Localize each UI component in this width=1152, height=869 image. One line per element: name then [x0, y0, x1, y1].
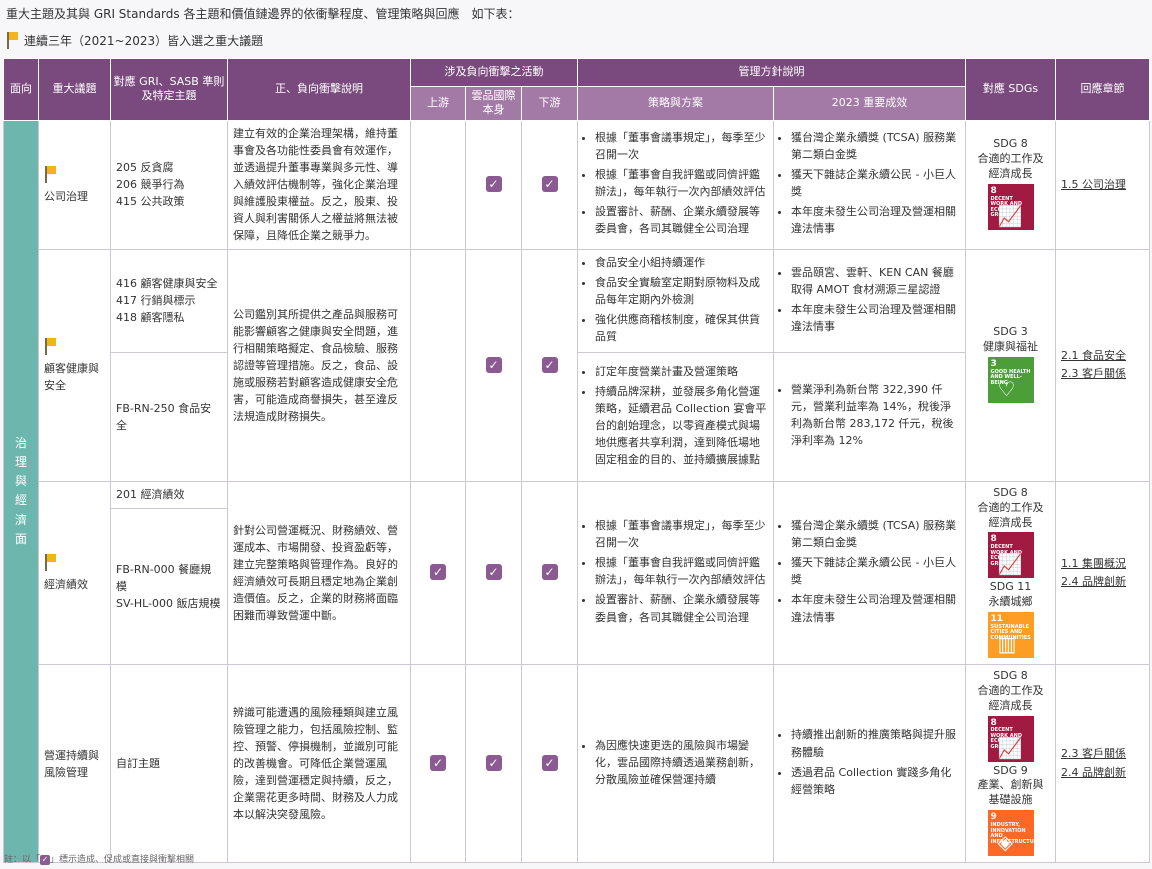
downstream-cell: ✓ — [520, 664, 579, 864]
chapter-cell: 2.1 食品安全 2.3 客戶關係 — [1055, 248, 1151, 482]
checkbox-checked-icon: ✓ — [40, 855, 51, 865]
header-impact: 正、負向衝擊說明 — [227, 58, 411, 121]
topic-continuity: 營運持續與風險管理 — [38, 664, 111, 864]
header-mgmt: 管理方針說明 — [577, 58, 967, 87]
strategy-cell: 為因應快速更迭的風險與市場變化，雲品國際持續透過業務創新，分散風險並確保營運持續 — [577, 664, 775, 864]
sasb-cell: FB-RN-250 食品安全 — [110, 351, 228, 482]
flag-icon — [44, 337, 56, 355]
gri-cell: 201 經濟績效 — [110, 480, 228, 509]
results-cell: 獲台灣企業永續獎 (TCSA) 服務業第二類白金獎獲天下雜誌企業永續公民 - 小… — [773, 119, 967, 250]
chapter-link[interactable]: 1.1 集團概況 — [1061, 555, 1144, 573]
table-row: 顧客健康與安全 416 顧客健康與安全 417 行銷與標示 418 顧客隱私 公司鑑… — [4, 248, 1151, 482]
results-cell: 雲品頤宮、雲軒、KEN CAN 餐廳取得 AMOT 食材溯源三星認證本年度未發生… — [773, 248, 967, 353]
topic-customer-safety: 顧客健康與安全 — [38, 248, 111, 482]
header-activities: 涉及負向衝擊之活動 — [409, 58, 579, 87]
checkbox-checked-icon: ✓ — [485, 176, 502, 193]
upstream-cell — [410, 248, 466, 482]
header-upstream: 上游 — [410, 86, 466, 121]
table-row: 營運持續與風險管理 自訂主題 辨識可能遭遇的風險種類與建立風險管理之能力，包括風… — [4, 664, 1151, 864]
sdg-cell: SDG 8 合適的工作及 經濟成長 8 DECENT WORK AND ECONOMI… — [965, 119, 1057, 250]
table-row: 經濟績效 201 經濟績效 針對公司營運概況、財務績效、營運成本、市場開發、投資… — [4, 480, 1151, 666]
checkbox-checked-icon: ✓ — [541, 176, 558, 193]
header-results: 2023 重要成效 — [773, 86, 967, 121]
gri-cell: 自訂主題 — [110, 664, 228, 864]
legend: 連續三年（2021~2023）皆入選之重大議題 — [6, 31, 263, 49]
chapter-cell: 2.3 客戶關係 2.4 品牌創新 — [1055, 664, 1151, 864]
footnote: 註：以「 ✓ 」標示造成、促成或直接與衝擊相關 — [4, 855, 195, 865]
checkbox-checked-icon: ✓ — [430, 564, 446, 581]
checkbox-checked-icon: ✓ — [485, 356, 502, 373]
chapter-link[interactable]: 2.1 食品安全 — [1061, 347, 1144, 365]
checkbox-checked-icon: ✓ — [485, 564, 502, 581]
strategy-cell: 訂定年度營業計畫及營運策略持續品牌深耕，並發展多角化營運策略，延續君品 Coll… — [577, 351, 775, 482]
self-cell: ✓ — [465, 119, 522, 250]
self-cell: ✓ — [465, 480, 522, 666]
topic-economic: 經濟績效 — [38, 480, 111, 666]
checkbox-checked-icon: ✓ — [485, 755, 502, 772]
results-cell: 營業淨利為新台幣 322,390 仟元，營業利益率為 14%，稅後淨利為新台幣 … — [773, 351, 967, 482]
chapter-link[interactable]: 1.5 公司治理 — [1061, 176, 1144, 194]
results-cell: 持續推出創新的推廣策略與提升服務體驗透過君品 Collection 實踐多角化經… — [773, 664, 967, 864]
self-cell: ✓ — [465, 248, 522, 482]
gri-cell: 416 顧客健康與安全 417 行銷與標示 418 顧客隱私 — [110, 248, 228, 353]
impact-cell: 公司鑑別其所提供之產品與服務可能影響顧客之健康與安全問題，進行相關策略擬定、食品… — [227, 248, 411, 482]
results-cell: 獲台灣企業永續獎 (TCSA) 服務業第二類白金獎獲天下雜誌企業永續公民 - 小… — [773, 480, 967, 666]
sdg-cell: SDG 3 健康與福祉 3 GOOD HEALTH AND WELL-BEING ♡ — [965, 248, 1057, 482]
table-row: 治理與經濟面 公司治理 205 反貪腐 206 競爭行為 415 公共政策 建立有效… — [3, 119, 1151, 864]
sdg-cell: SDG 8 合適的工作及 經濟成長 8 DECENT WORK AND ECONOMI… — [965, 480, 1057, 666]
intro-text: 重大主題及其與 GRI Standards 各主題和價值鏈邊界的依衝擊程度、管理… — [6, 7, 520, 21]
sasb-cell: FB-RN-000 餐廳規模 SV-HL-000 飯店規模 — [110, 507, 228, 666]
sdg-cell: SDG 8 合適的工作及 經濟成長 8 DECENT WORK AND ECONOMI… — [965, 664, 1057, 864]
topic-governance: 公司治理 — [38, 119, 111, 250]
header-aspect: 面向 — [3, 58, 39, 121]
downstream-cell: ✓ — [520, 480, 579, 666]
checkbox-checked-icon: ✓ — [541, 564, 558, 581]
chapter-link[interactable]: 2.3 客戶關係 — [1061, 365, 1144, 383]
header-chapter: 回應章節 — [1055, 58, 1151, 121]
header-sdgs: 對應 SDGs — [965, 58, 1057, 121]
checkbox-checked-icon: ✓ — [430, 755, 446, 772]
header-strategy: 策略與方案 — [577, 86, 775, 121]
strategy-cell: 根據「董事會議事規定」，每季至少召開一次根據「董事會自我評鑑或同儕評鑑辦法」，每… — [577, 119, 775, 250]
sdg8-icon: 8 DECENT WORK AND ECONOMIC GROWTH 📈 — [987, 715, 1034, 762]
aspect-side-label: 治理與經濟面 — [3, 119, 39, 864]
header-downstream: 下游 — [520, 86, 579, 121]
sdg3-icon: 3 GOOD HEALTH AND WELL-BEING ♡ — [987, 357, 1034, 404]
impact-cell: 針對公司營運概況、財務績效、營運成本、市場開發、投資盈虧等，建立完整策略與管理作… — [227, 480, 411, 666]
header-self: 雲品國際本身 — [465, 86, 522, 121]
gri-cell: 205 反貪腐 206 競爭行為 415 公共政策 — [110, 119, 228, 250]
header-topic: 重大議題 — [38, 58, 111, 121]
header-gri: 對應 GRI、SASB 準則及特定主題 — [110, 58, 228, 121]
chapter-link[interactable]: 2.4 品牌創新 — [1061, 573, 1144, 591]
self-cell: ✓ — [465, 664, 522, 864]
legend-label: 連續三年（2021~2023）皆入選之重大議題 — [24, 33, 264, 48]
sdg8-icon: 8 DECENT WORK AND ECONOMIC GROWTH 📈 — [987, 183, 1034, 230]
downstream-cell: ✓ — [520, 119, 579, 250]
upstream-cell — [410, 119, 466, 250]
chapter-cell: 1.5 公司治理 — [1055, 119, 1151, 250]
checkbox-checked-icon: ✓ — [541, 356, 558, 373]
flag-icon — [44, 553, 56, 571]
sdg11-icon: 11 SUSTAINABLE CITIES AND COMMUNITIES ▥ — [987, 612, 1034, 659]
sdg9-icon: 9 INDUSTRY, INNOVATION AND INFRASTRUCTURE… — [987, 810, 1041, 857]
strategy-cell: 根據「董事會議事規定」，每季至少召開一次根據「董事會自我評鑑或同儕評鑑辦法」，每… — [577, 480, 775, 666]
downstream-cell: ✓ — [520, 248, 579, 482]
impact-cell: 辨識可能遭遇的風險種類與建立風險管理之能力，包括風險控制、監控、預警、停損機制，… — [227, 664, 411, 864]
material-topics-table: 面向 重大議題 對應 GRI、SASB 準則及特定主題 正、負向衝擊說明 涉及負… — [3, 58, 1151, 864]
sdg8-icon: 8 DECENT WORK AND ECONOMIC GROWTH 📈 — [987, 532, 1034, 579]
flag-icon — [44, 165, 56, 183]
impact-cell: 建立有效的企業治理架構，維持董事會及各功能性委員會有效運作，並透過提升董事專業與… — [227, 119, 411, 250]
chapter-link[interactable]: 2.3 客戶關係 — [1061, 745, 1144, 763]
upstream-cell: ✓ — [410, 480, 466, 666]
chapter-cell: 1.1 集團概況 2.4 品牌創新 — [1055, 480, 1151, 666]
checkbox-checked-icon: ✓ — [541, 755, 558, 772]
flag-icon — [6, 31, 18, 49]
chapter-link[interactable]: 2.4 品牌創新 — [1061, 764, 1144, 782]
upstream-cell: ✓ — [410, 664, 466, 864]
strategy-cell: 食品安全小組持續運作食品安全實驗室定期對原物料及成品每年定期內外檢測強化供應商稽… — [577, 248, 775, 353]
